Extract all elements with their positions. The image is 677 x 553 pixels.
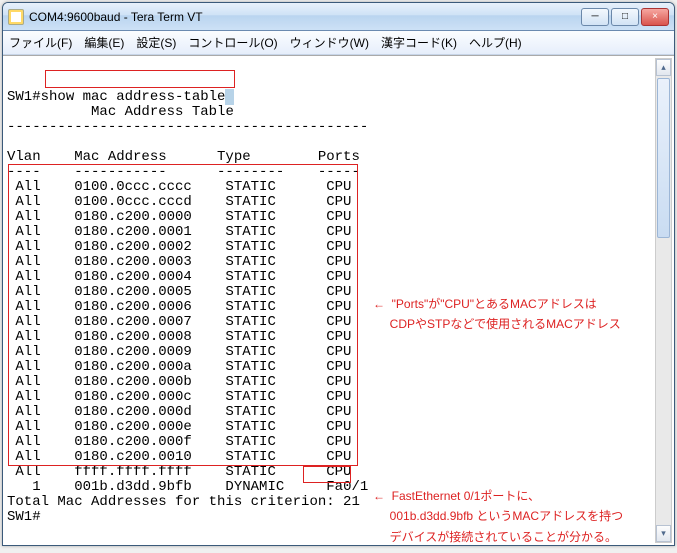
menu-control[interactable]: コントロール(O): [188, 34, 277, 51]
table-row: All ffff.ffff.ffff STATIC CPU: [7, 464, 351, 480]
window-title: COM4:9600baud - Tera Term VT: [29, 10, 581, 24]
annotation-dynamic: ← FastEthernet 0/1ポートに、 001b.d3dd.9bfb と…: [373, 486, 623, 546]
scroll-down-button[interactable]: ▾: [656, 525, 671, 542]
menu-bar: ファイル(F) 編集(E) 設定(S) コントロール(O) ウィンドウ(W) 漢…: [3, 31, 674, 55]
close-button[interactable]: ×: [641, 8, 669, 26]
app-icon: [8, 9, 24, 25]
menu-kanji[interactable]: 漢字コード(K): [381, 34, 457, 51]
chevron-up-icon: ▴: [661, 62, 666, 73]
table-row-dynamic: 1 001b.d3dd.9bfb DYNAMIC: [7, 479, 326, 495]
title-bar[interactable]: COM4:9600baud - Tera Term VT ─ □ ×: [3, 3, 674, 31]
prompt: SW1#: [7, 89, 41, 105]
scroll-thumb[interactable]: [657, 78, 670, 238]
title-dash: ----------------------------------------…: [7, 119, 368, 135]
total-line: Total Mac Addresses for this criterion: …: [7, 494, 360, 510]
highlight-static-rows: [8, 164, 358, 466]
highlight-command: [45, 70, 235, 88]
prompt: SW1#: [7, 509, 41, 525]
maximize-button[interactable]: □: [611, 8, 639, 26]
chevron-down-icon: ▾: [661, 528, 666, 539]
cursor: [225, 89, 233, 105]
terminal-area[interactable]: SW1#show mac address-table Mac Address T…: [3, 55, 674, 545]
table-title: Mac Address Table: [91, 104, 234, 120]
menu-file[interactable]: ファイル(F): [9, 34, 72, 51]
menu-help[interactable]: ヘルプ(H): [469, 34, 522, 51]
arrow-left-icon: ←: [373, 489, 385, 503]
menu-setup[interactable]: 設定(S): [136, 34, 176, 51]
app-window: COM4:9600baud - Tera Term VT ─ □ × ファイル(…: [2, 2, 675, 546]
command-text: show mac address-table: [41, 89, 226, 105]
arrow-left-icon: ←: [373, 297, 385, 311]
vertical-scrollbar[interactable]: ▴ ▾: [655, 58, 672, 543]
annotation-cpu: ← "Ports"が"CPU"とあるMACアドレスは CDPやSTPなどで使用さ…: [373, 294, 621, 335]
table-header: Vlan Mac Address Type Ports: [7, 149, 360, 165]
menu-edit[interactable]: 編集(E): [84, 34, 124, 51]
menu-window[interactable]: ウィンドウ(W): [290, 34, 369, 51]
minimize-button[interactable]: ─: [581, 8, 609, 26]
highlight-dynamic-port: [303, 466, 351, 483]
scroll-up-button[interactable]: ▴: [656, 59, 671, 76]
